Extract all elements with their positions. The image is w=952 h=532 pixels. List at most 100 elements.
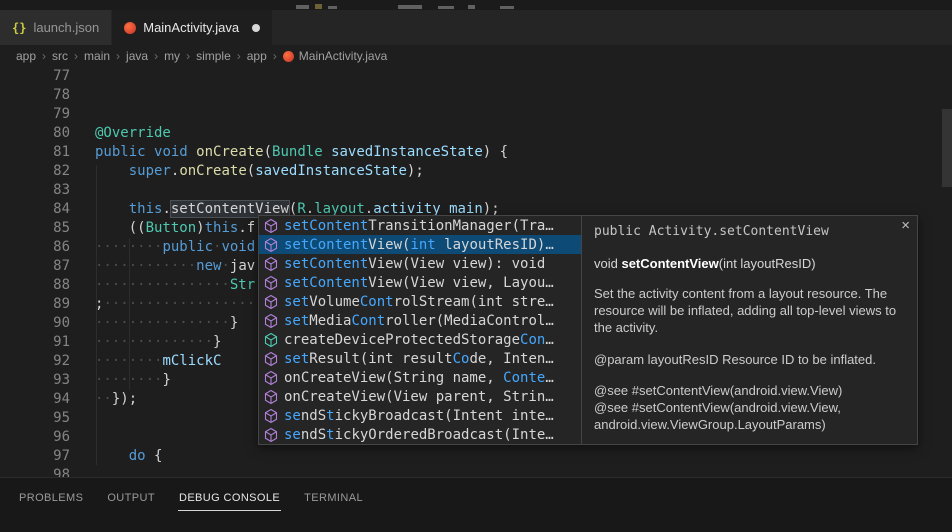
tab-mainactivity-java[interactable]: MainActivity.java [112,10,273,45]
code-token: onCreate [196,144,263,160]
suggestion-setcontentview[interactable]: setContentView(View view): void [259,254,581,273]
bottom-panel: PROBLEMS OUTPUT DEBUG CONSOLE TERMINAL [0,477,952,532]
breadcrumb-item-src[interactable]: src [52,49,68,63]
code-text: public void onCreate(Bundle savedInstanc… [95,143,508,162]
line-number[interactable]: 79 [0,105,70,124]
line-number[interactable]: 82 [0,162,70,181]
code-token: . [162,201,170,217]
line-number[interactable]: 80 [0,124,70,143]
modified-indicator[interactable] [252,24,260,32]
line-number[interactable]: 91 [0,333,70,352]
docs-param-line: @param layoutResID Resource ID to be inf… [594,351,907,368]
suggestion-label-part: … [545,370,553,386]
titlebar-fragment [438,6,454,9]
code-token: ); [407,163,424,179]
suggestion-setcontenttransitionmanager[interactable]: setContentTransitionManager(Tra… [259,216,581,235]
suggestion-label-part: ndS [301,408,326,424]
code-token: ················ [95,315,230,331]
code-text: do { [95,447,162,466]
breadcrumb-separator: › [116,49,120,63]
line-number[interactable]: 96 [0,428,70,447]
breadcrumb-separator: › [237,49,241,63]
code-token [95,448,129,464]
code-line-83[interactable]: 83 [0,181,952,200]
suggestion-label-part: Media [309,313,351,329]
code-token: ················ [95,277,230,293]
line-number[interactable]: 78 [0,86,70,105]
code-token: (( [95,220,146,236]
suggestion-oncreateview[interactable]: onCreateView(View parent, Strin… [259,387,581,406]
suggestion-label-part: set [284,294,309,310]
panel-tab-debug-console[interactable]: DEBUG CONSOLE [178,488,281,511]
line-number[interactable]: 83 [0,181,70,200]
tab-launch-json[interactable]: {}launch.json [0,10,112,45]
line-number[interactable]: 94 [0,390,70,409]
breadcrumb-item-mainactivity-java[interactable]: MainActivity.java [299,49,387,63]
breadcrumb-item-app[interactable]: app [247,49,267,63]
suggestion-oncreateview[interactable]: onCreateView(String name, Conte… [259,368,581,387]
code-line-97[interactable]: 97 do { [0,447,952,466]
docs-close-icon[interactable]: × [901,219,910,233]
docs-description: Set the activity content from a layout r… [594,285,907,336]
line-number[interactable]: 87 [0,257,70,276]
titlebar-fragment [296,5,309,9]
breadcrumb-item-app[interactable]: app [16,49,36,63]
suggestion-label-part: onCreateView(String name, [284,370,503,386]
code-line-80[interactable]: 80@Override [0,124,952,143]
line-number[interactable]: 88 [0,276,70,295]
java-file-icon [124,22,136,34]
breadcrumb-item-simple[interactable]: simple [196,49,231,63]
json-braces-icon: {} [12,21,26,35]
line-number[interactable]: 92 [0,352,70,371]
code-line-78[interactable]: 78 [0,86,952,105]
breadcrumb-item-my[interactable]: my [164,49,180,63]
line-number[interactable]: 85 [0,219,70,238]
symbol-method-icon [263,294,279,310]
code-token [188,144,196,160]
line-number[interactable]: 81 [0,143,70,162]
signature-method-name: setContentView [621,256,718,271]
code-line-77[interactable]: 77 [0,67,952,86]
code-line-98[interactable]: 98 [0,466,952,477]
editor-scrollbar-thumb[interactable] [942,109,952,187]
code-line-82[interactable]: 82 super.onCreate(savedInstanceState); [0,162,952,181]
line-number[interactable]: 77 [0,67,70,86]
line-number[interactable]: 95 [0,409,70,428]
suggestion-label-part: ickyOrderedBroadcast(Inte… [335,427,554,443]
suggestion-createdeviceprotectedstoragecon[interactable]: createDeviceProtectedStorageCon… [259,330,581,349]
panel-tab-problems[interactable]: PROBLEMS [18,488,84,511]
code-token [95,163,129,179]
line-number[interactable]: 84 [0,200,70,219]
indent-guide [129,238,130,390]
signature-params: (int layoutResID) [719,256,816,271]
code-token: new [196,258,221,274]
breadcrumb-item-java[interactable]: java [126,49,148,63]
suggest-list: setContentTransitionManager(Tra…setConte… [259,216,581,444]
line-number[interactable]: 90 [0,314,70,333]
panel-tab-output[interactable]: OUTPUT [106,488,156,511]
suggestion-sendstickyorderedbroadcast[interactable]: sendStickyOrderedBroadcast(Inte… [259,425,581,444]
code-line-79[interactable]: 79 [0,105,952,124]
suggestion-setcontentview[interactable]: setContentView(View view, Layou… [259,273,581,292]
titlebar-fragment [328,6,337,9]
symbol-method-icon [263,351,279,367]
symbol-method-icon [263,370,279,386]
suggestion-setvolumecontrolstream[interactable]: setVolumeControlStream(int stre… [259,292,581,311]
suggestion-setcontentview[interactable]: setContentView(int layoutResID)… [259,235,581,254]
suggestion-label-part: onCreateView(View parent, Strin… [284,389,554,405]
line-number[interactable]: 97 [0,447,70,466]
java-file-icon [283,51,294,62]
suggestion-setresult[interactable]: setResult(int resultCode, Inten… [259,349,581,368]
line-number[interactable]: 86 [0,238,70,257]
breadcrumb: app›src›main›java›my›simple›app›MainActi… [0,45,952,67]
code-text: ··············} [95,333,221,352]
code-token: Str [230,277,255,293]
suggestion-setmediacontroller[interactable]: setMediaController(MediaControl… [259,311,581,330]
line-number[interactable]: 89 [0,295,70,314]
line-number[interactable]: 98 [0,466,70,477]
suggestion-sendstickybroadcast[interactable]: sendStickyBroadcast(Intent inte… [259,406,581,425]
panel-tab-terminal[interactable]: TERMINAL [303,488,364,511]
line-number[interactable]: 93 [0,371,70,390]
code-line-81[interactable]: 81 public void onCreate(Bundle savedInsta… [0,143,952,162]
breadcrumb-item-main[interactable]: main [84,49,110,63]
